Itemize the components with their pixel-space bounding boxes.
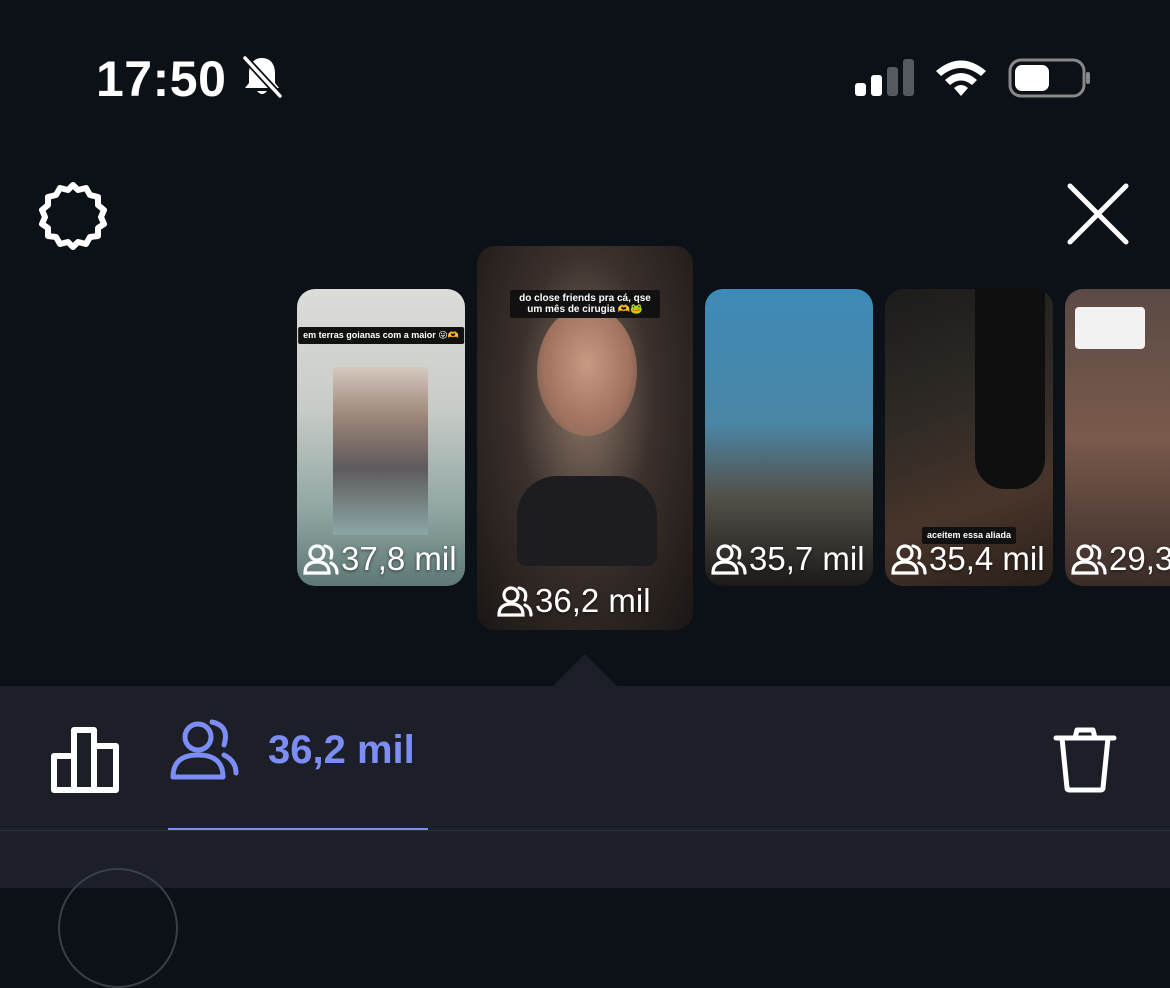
status-bar: 17:50 [0, 0, 1170, 150]
story-carousel[interactable]: em terras goianas com a maior 😜🫶 37,8 mi… [0, 240, 1170, 640]
viewers-icon [711, 544, 747, 575]
story-view-count-text: 29,3 [1109, 540, 1170, 577]
viewers-icon [891, 544, 927, 575]
bar-chart-icon[interactable] [50, 726, 120, 794]
story-view-count: 35,7 mil [711, 540, 865, 578]
story-image-clothing [517, 476, 657, 566]
story-thumbnail[interactable]: aceitem essa aliada 35,4 mil [885, 289, 1053, 586]
story-caption: do close friends pra cá, qse um mês de c… [510, 290, 660, 318]
viewers-icon [170, 719, 239, 780]
story-view-count-text: 35,7 mil [749, 540, 865, 577]
story-thumbnail[interactable]: 35,7 mil [705, 289, 873, 586]
story-thumbnail[interactable]: 29,3 [1065, 289, 1170, 586]
story-thumbnail[interactable]: em terras goianas com a maior 😜🫶 37,8 mi… [297, 289, 465, 586]
story-view-count: 36,2 mil [497, 582, 651, 620]
story-image-subject [537, 306, 637, 436]
story-view-count-text: 37,8 mil [341, 540, 457, 577]
story-thumbnail-selected[interactable]: do close friends pra cá, qse um mês de c… [477, 246, 693, 630]
story-insights-panel: 36,2 mil [0, 686, 1170, 888]
divider [0, 830, 1170, 831]
wifi-icon [936, 60, 986, 96]
story-view-count-text: 36,2 mil [535, 582, 651, 619]
viewer-count: 36,2 mil [268, 727, 415, 772]
close-icon[interactable] [1064, 180, 1132, 248]
viewers-icon [303, 544, 339, 575]
selection-pointer [553, 654, 617, 686]
trash-icon[interactable] [1052, 726, 1118, 794]
story-inner-image [333, 367, 428, 535]
bell-muted-icon [242, 55, 283, 99]
viewers-icon [497, 586, 533, 617]
story-image-subject [975, 289, 1045, 489]
story-question-sticker [1075, 307, 1145, 349]
clock: 17:50 [96, 51, 227, 107]
story-view-count-text: 35,4 mil [929, 540, 1045, 577]
avatar[interactable] [58, 868, 178, 988]
story-view-count: 35,4 mil [891, 540, 1045, 578]
tab-viewers[interactable]: 36,2 mil [168, 719, 415, 780]
viewers-icon [1071, 544, 1107, 575]
story-view-count: 29,3 [1071, 540, 1170, 578]
battery-icon [1008, 58, 1090, 98]
story-view-count: 37,8 mil [303, 540, 457, 578]
cellular-signal-icon [855, 59, 914, 96]
story-caption: em terras goianas com a maior 😜🫶 [298, 327, 464, 344]
